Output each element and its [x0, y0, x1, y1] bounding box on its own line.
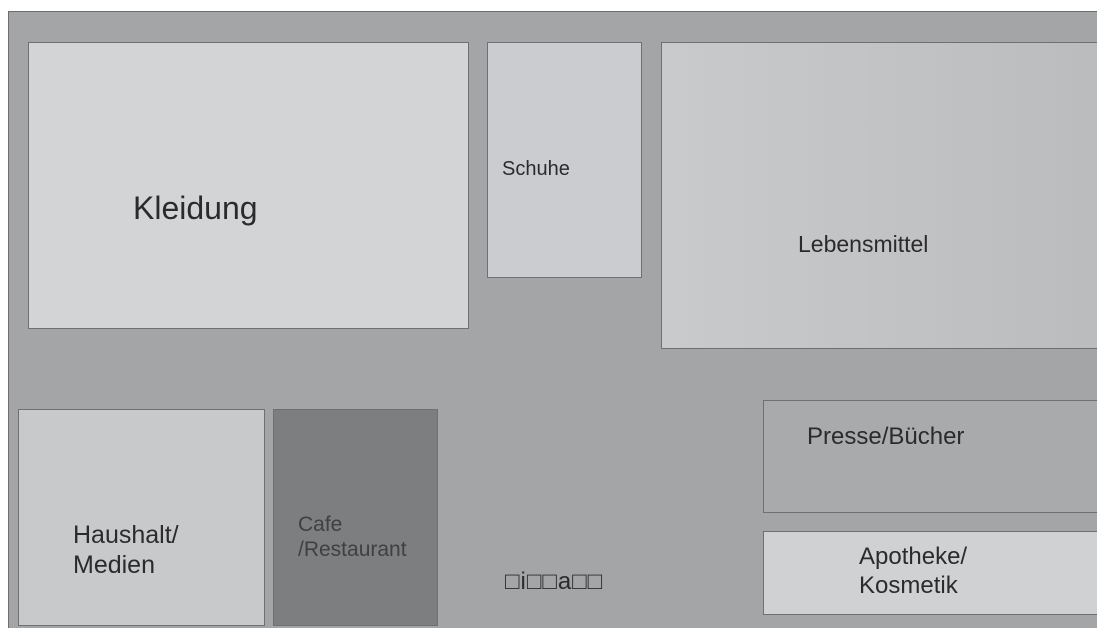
- area-label-apotheke-kosmetik: Apotheke/ Kosmetik: [859, 543, 968, 599]
- area-label-lebensmittel: Lebensmittel: [798, 231, 929, 257]
- garbled-glyph-label: □i□□a□□: [505, 568, 604, 595]
- area-cafe-restaurant: Cafe /Restaurant: [273, 409, 438, 626]
- area-label-kleidung: Kleidung: [133, 190, 258, 226]
- area-presse-buecher: Presse/Bücher: [763, 400, 1097, 513]
- area-label-haushalt-medien: Haushalt/ Medien: [73, 521, 179, 579]
- area-schuhe: Schuhe: [487, 42, 642, 278]
- area-label-schuhe: Schuhe: [502, 158, 570, 180]
- area-label-cafe-restaurant: Cafe /Restaurant: [298, 513, 407, 562]
- area-apotheke-kosmetik: Apotheke/ Kosmetik: [763, 531, 1097, 615]
- area-haushalt-medien: Haushalt/ Medien: [18, 409, 265, 626]
- area-kleidung: Kleidung: [28, 42, 469, 329]
- area-label-presse-buecher: Presse/Bücher: [807, 423, 965, 450]
- area-lebensmittel: Lebensmittel: [661, 42, 1097, 349]
